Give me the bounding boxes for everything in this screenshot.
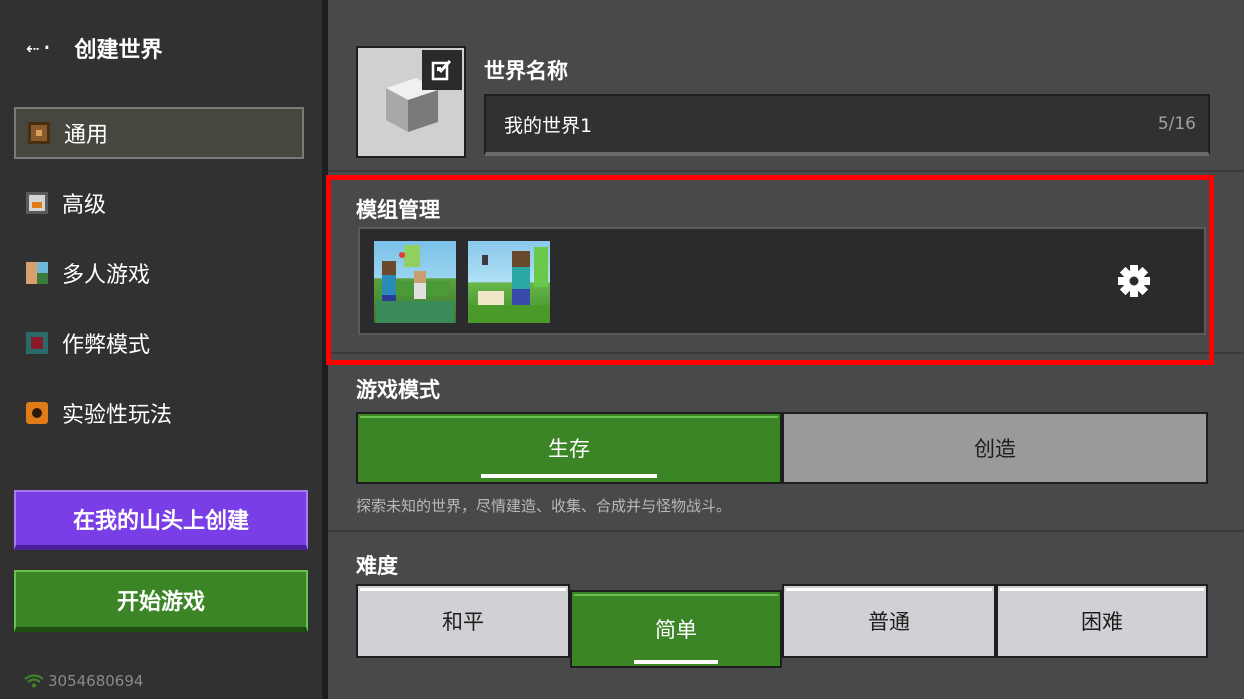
- world-name-input[interactable]: 我的世界1 5/16: [484, 94, 1210, 156]
- difficulty-easy[interactable]: 简单: [570, 590, 782, 668]
- sidebar-item-label: 作弊模式: [62, 333, 151, 358]
- edit-icon[interactable]: [422, 50, 462, 90]
- back-arrow-icon[interactable]: ⇠·: [26, 36, 55, 61]
- world-name-value: 我的世界1: [504, 114, 593, 137]
- game-mode-description: 探索未知的世界，尽情建造、收集、合成并与怪物战斗。: [356, 497, 732, 515]
- furnace-icon: [26, 192, 48, 214]
- option-label: 困难: [1081, 610, 1123, 634]
- game-mode-toggle: 生存 创造: [356, 412, 1208, 484]
- difficulty-toggle: 和平 简单 普通 困难: [356, 584, 1208, 668]
- game-mode-creative[interactable]: 创造: [782, 412, 1208, 484]
- selected-indicator: [481, 474, 657, 478]
- mods-list[interactable]: [358, 227, 1206, 335]
- sidebar-item-label: 高级: [62, 193, 107, 218]
- sidebar-item-experiments[interactable]: 实验性玩法: [14, 387, 304, 439]
- experiments-icon: [26, 402, 48, 424]
- difficulty-section: 难度 和平 简单 普通 困难: [328, 532, 1244, 699]
- option-label: 普通: [868, 610, 910, 634]
- page-title: 创建世界: [74, 38, 163, 63]
- gear-icon[interactable]: [1114, 261, 1154, 301]
- char-counter: 5/16: [1157, 114, 1196, 134]
- play-button[interactable]: 开始游戏: [14, 570, 308, 632]
- mods-label: 模组管理: [356, 198, 440, 222]
- command-block-icon: [26, 332, 48, 354]
- world-name-section: 世界名称 我的世界1 5/16: [328, 0, 1244, 172]
- pack-thumbnail-2[interactable]: [468, 241, 550, 323]
- sidebar-item-advanced[interactable]: 高级: [14, 177, 304, 229]
- sidebar: ⇠· 创建世界 通用 高级 多人游戏 作弊模式 实验性玩法 在我的山头上创建 开…: [0, 0, 322, 699]
- network-status: 3054680694: [24, 672, 143, 690]
- difficulty-normal[interactable]: 普通: [782, 584, 996, 658]
- difficulty-peaceful[interactable]: 和平: [356, 584, 570, 658]
- option-label: 创造: [974, 437, 1016, 461]
- sidebar-item-label: 通用: [64, 123, 109, 148]
- option-label: 和平: [442, 610, 484, 634]
- selected-indicator: [634, 660, 718, 664]
- option-label: 简单: [655, 618, 697, 642]
- option-label: 生存: [548, 437, 590, 461]
- sidebar-item-multiplayer[interactable]: 多人游戏: [14, 247, 304, 299]
- pack-thumbnail-1[interactable]: [374, 241, 456, 323]
- world-icon[interactable]: [356, 46, 466, 158]
- mods-section: 模组管理: [328, 172, 1244, 354]
- sidebar-item-general[interactable]: 通用: [14, 107, 304, 159]
- create-on-realm-button[interactable]: 在我的山头上创建: [14, 490, 308, 550]
- sidebar-item-label: 实验性玩法: [62, 403, 173, 428]
- difficulty-label: 难度: [356, 554, 398, 578]
- game-mode-label: 游戏模式: [356, 378, 440, 402]
- game-mode-section: 游戏模式 生存 创造 探索未知的世界，尽情建造、收集、合成并与怪物战斗。: [328, 354, 1244, 532]
- wifi-icon: [24, 674, 44, 688]
- players-icon: [26, 262, 48, 284]
- header: ⇠· 创建世界: [26, 28, 163, 68]
- sidebar-item-cheats[interactable]: 作弊模式: [14, 317, 304, 369]
- difficulty-hard[interactable]: 困难: [996, 584, 1208, 658]
- world-name-label: 世界名称: [484, 59, 568, 83]
- game-mode-survival[interactable]: 生存: [356, 412, 782, 484]
- main-panel: 世界名称 我的世界1 5/16 模组管理 游戏模式 生存 创造 探索未知的世界，…: [328, 0, 1244, 699]
- general-icon: [28, 122, 50, 144]
- network-id: 3054680694: [48, 672, 144, 690]
- sidebar-item-label: 多人游戏: [62, 263, 151, 288]
